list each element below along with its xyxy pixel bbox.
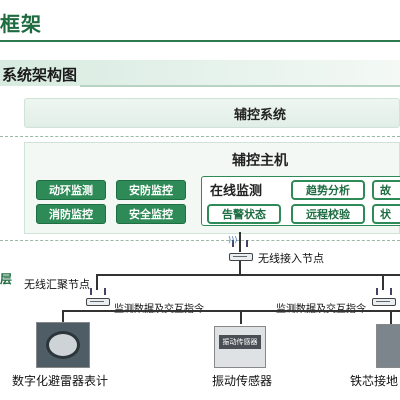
aggregation-node-right-router-icon	[372, 298, 396, 306]
access-down-wire	[239, 261, 241, 275]
module-safety-monitor: 安全监控	[116, 204, 186, 224]
aggregation-node-left-router-icon	[86, 298, 110, 306]
title-divider	[0, 40, 400, 42]
platform-label: 辅控系统	[233, 108, 286, 123]
host-label: 辅控主机	[232, 153, 288, 169]
device-label-core-grounding: 铁芯接地	[350, 374, 399, 388]
antenna-icon	[376, 288, 378, 295]
device-label-vibration-sensor: 振动传感器	[212, 374, 273, 388]
aggregation-node-label: 无线汇聚节点	[24, 278, 90, 291]
network-layer-label: 层	[0, 272, 13, 286]
uplink-wire	[239, 232, 241, 252]
status-item-cut: 状	[372, 204, 400, 224]
signal-icon: )))	[228, 235, 238, 244]
module-fire-monitor: 消防监控	[36, 204, 106, 224]
vibration-sensor-photo: 振动传感器	[214, 326, 266, 368]
device-bus	[62, 310, 400, 312]
section-underline	[80, 85, 400, 87]
device-drop-wire-2	[240, 310, 242, 324]
antenna-icon	[390, 288, 392, 295]
vibration-sensor-plate: 振动传感器	[219, 335, 261, 349]
lightning-arrester-meter-photo	[36, 322, 90, 368]
remote-check-item: 远程校验	[291, 204, 365, 224]
access-node-router-icon	[229, 253, 253, 261]
access-node-label: 无线接入节点	[258, 252, 324, 265]
antenna-icon	[104, 288, 106, 295]
core-grounding-photo	[376, 324, 400, 368]
alarm-status-item: 告警状态	[207, 204, 281, 224]
left-drop-wire	[96, 274, 98, 290]
page-title: 框架	[0, 12, 42, 36]
network-bus	[96, 274, 400, 276]
device-drop-wire-3	[390, 310, 392, 324]
antenna-icon	[246, 240, 248, 247]
link-label-right: 监测数据及交互指令	[276, 300, 366, 315]
layer-separator	[0, 136, 400, 137]
antenna-icon	[90, 288, 92, 295]
fault-item-cut: 故	[372, 180, 400, 200]
device-label-lightning-arrester: 数字化避雷器表计	[12, 374, 109, 388]
layer-separator-2	[0, 240, 400, 241]
online-monitor-title: 在线监测	[210, 184, 263, 199]
trend-analysis-item: 趋势分析	[291, 180, 365, 200]
section-title: 系统架构图	[2, 66, 78, 84]
right-drop-wire	[382, 274, 384, 290]
module-environment-monitor: 动环监测	[36, 180, 106, 200]
link-label-left: 监测数据及交互指令	[114, 300, 204, 315]
module-security-monitor: 安防监控	[116, 180, 186, 200]
